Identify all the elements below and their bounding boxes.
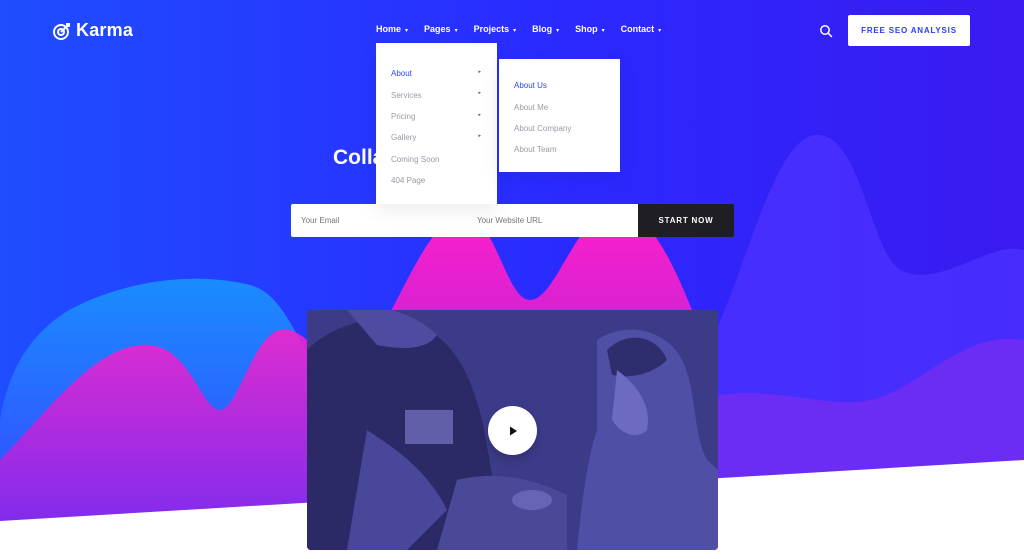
dropdown-item-pricing[interactable]: Pricing ▸ [376,106,497,127]
email-field[interactable] [301,216,467,225]
search-icon[interactable] [819,24,833,38]
nav-label: Projects [473,24,510,34]
submenu-item-label: About Us [514,81,547,91]
chevron-right-icon: ▸ [478,133,481,140]
hero-section: Karma Home ▾ Pages ▾ Projects ▾ Blog ▾ S… [0,0,1024,559]
chevron-down-icon: ▾ [454,27,458,34]
dropdown-item-404-page[interactable]: 404 Page [376,170,497,191]
nav-item-projects[interactable]: Projects ▾ [474,24,517,34]
chevron-right-icon: ▸ [478,69,481,75]
nav-item-contact[interactable]: Contact ▾ [621,24,662,34]
submenu-item-about-company[interactable]: About Company [499,118,620,139]
play-button[interactable] [488,406,537,455]
brand-name: Karma [76,20,134,40]
nav-label: Shop [575,24,598,34]
dropdown-item-services[interactable]: Services ▸ [376,84,497,105]
signup-form: START NOW [291,204,734,237]
submenu-item-label: About Me [514,102,549,112]
play-icon [509,426,517,435]
submenu-item-about-team[interactable]: About Team [499,139,620,160]
website-url-field[interactable] [477,216,638,225]
video-thumbnail[interactable] [307,310,718,550]
nav-label: Blog [532,24,553,34]
url-field-wrapper [467,204,638,237]
chevron-down-icon: ▾ [658,27,662,34]
free-seo-analysis-button[interactable]: FREE SEO ANALYSIS [848,15,970,46]
top-navigation-bar: Karma Home ▾ Pages ▾ Projects ▾ Blog ▾ S… [0,0,1024,62]
nav-label: Home [376,24,402,34]
nav-item-blog[interactable]: Blog ▾ [532,24,559,34]
chevron-down-icon: ▾ [556,27,560,34]
about-submenu: About Us About Me About Company About Te… [499,59,620,172]
start-now-button[interactable]: START NOW [638,204,734,237]
chevron-down-icon: ▾ [405,27,409,34]
nav-label: Pages [424,24,451,34]
dropdown-item-label: About [391,69,412,79]
dropdown-item-label: Gallery [391,133,417,143]
email-field-wrapper [291,204,467,237]
submenu-item-about-me[interactable]: About Me [499,96,620,117]
submenu-item-label: About Team [514,145,557,155]
dropdown-item-label: Pricing [391,111,416,121]
submenu-item-about-us[interactable]: About Us [499,75,620,96]
nav-label: Contact [620,24,655,34]
dropdown-item-about[interactable]: About ▸ [376,63,497,84]
dropdown-item-label: Services [391,90,422,100]
target-logo-icon [53,22,70,40]
chevron-right-icon: ▸ [478,111,481,118]
chevron-down-icon: ▾ [513,27,517,34]
chevron-right-icon: ▸ [478,90,481,97]
nav-item-home[interactable]: Home ▾ [376,24,408,34]
dropdown-item-label: 404 Page [391,176,426,186]
pages-dropdown-menu: About ▸ Services ▸ Pricing ▸ Gallery ▸ C… [376,43,497,204]
nav-item-shop[interactable]: Shop ▾ [575,24,605,34]
chevron-down-icon: ▾ [601,27,605,34]
submenu-item-label: About Company [514,123,572,133]
brand-logo[interactable]: Karma [52,20,133,41]
main-nav: Home ▾ Pages ▾ Projects ▾ Blog ▾ Shop ▾ … [376,24,677,34]
nav-item-pages[interactable]: Pages ▾ [424,24,458,34]
dropdown-item-gallery[interactable]: Gallery ▸ [376,127,497,148]
dropdown-item-label: Coming Soon [391,154,440,164]
dropdown-item-coming-soon[interactable]: Coming Soon [376,149,497,170]
